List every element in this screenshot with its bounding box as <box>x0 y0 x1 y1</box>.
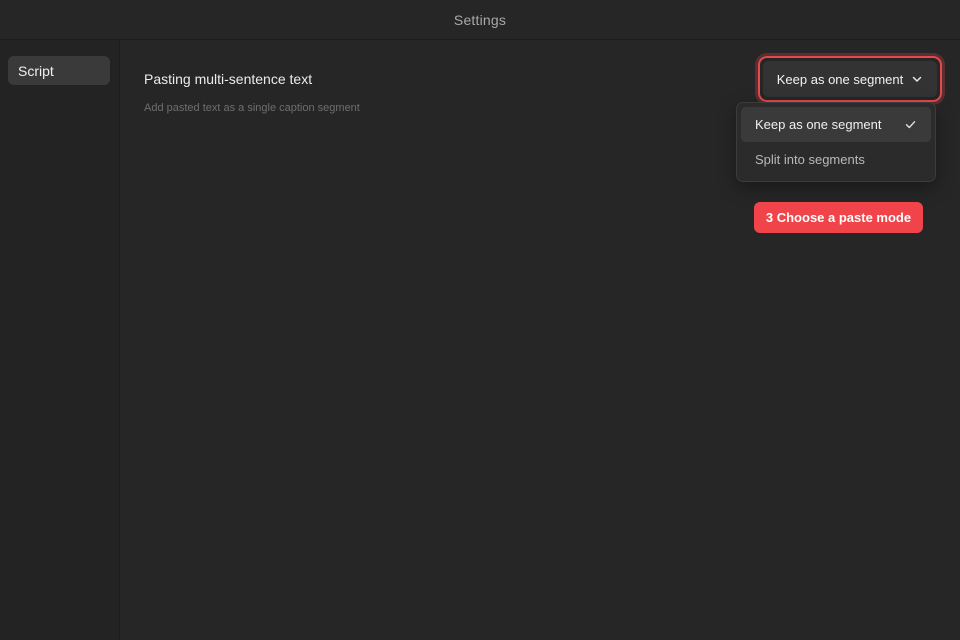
sidebar-item-label: Script <box>18 62 54 79</box>
title-bar: Settings <box>0 0 960 40</box>
select-highlight-ring: Keep as one segment <box>758 56 942 102</box>
setting-label: Pasting multi-sentence text <box>144 71 313 87</box>
paste-mode-select[interactable]: Keep as one segment <box>763 61 937 97</box>
sidebar: Script <box>0 40 120 640</box>
sidebar-item-script[interactable]: Script <box>8 56 110 85</box>
option-split-into-segments[interactable]: Split into segments <box>741 142 931 177</box>
window-title: Settings <box>453 11 507 28</box>
option-keep-as-one-segment[interactable]: Keep as one segment <box>741 107 931 142</box>
settings-panel: Pasting multi-sentence text Add pasted t… <box>120 40 960 640</box>
check-icon <box>904 118 917 131</box>
select-value: Keep as one segment <box>776 71 904 87</box>
setting-description: Add pasted text as a single caption segm… <box>144 102 360 114</box>
paste-mode-dropdown: Keep as one segment Split into segments <box>736 102 936 182</box>
step-annotation-badge: 3 Choose a paste mode <box>754 202 923 233</box>
option-label: Split into segments <box>755 152 865 167</box>
chevron-down-icon <box>911 73 923 85</box>
option-label: Keep as one segment <box>755 117 882 132</box>
